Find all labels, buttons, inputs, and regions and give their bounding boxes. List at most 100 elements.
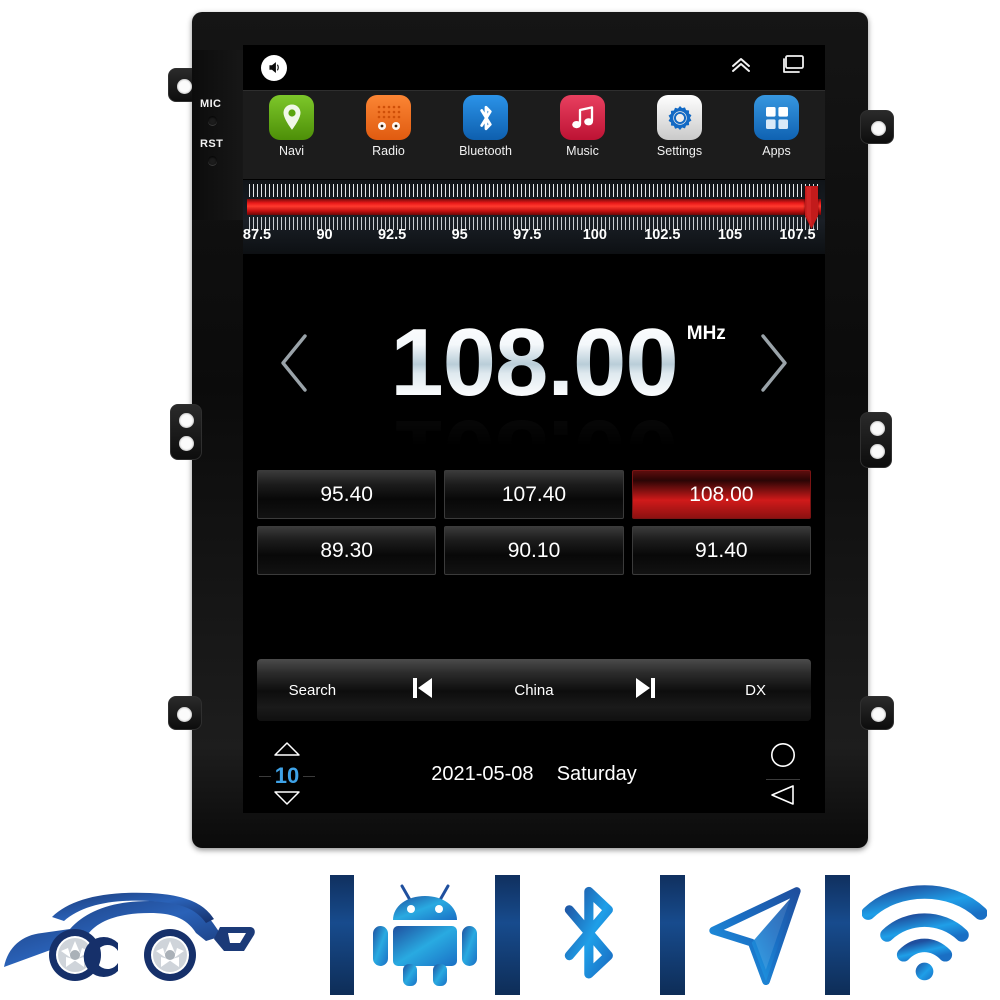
- car-logo: [0, 870, 330, 1000]
- next-track-icon: [632, 675, 658, 705]
- navigation-buttons: [755, 735, 811, 813]
- rst-label: RST: [200, 138, 224, 150]
- dock-item-radio[interactable]: Radio: [346, 95, 432, 158]
- logo-separator: [825, 875, 850, 995]
- dock-label-settings: Settings: [656, 144, 703, 158]
- mic-hole: [208, 116, 217, 125]
- preset-button[interactable]: 108.00: [631, 470, 811, 519]
- preset-button[interactable]: 90.10: [444, 526, 624, 575]
- touchscreen[interactable]: Navi Radio Bluetooth Music Settings Apps…: [243, 45, 825, 813]
- tuner-label: 92.5: [377, 227, 407, 243]
- bracket-hole: [871, 707, 886, 722]
- mount-bracket-right-top: [860, 110, 894, 144]
- dock-item-apps[interactable]: Apps: [734, 95, 820, 158]
- frequency-value: 108.00: [390, 308, 679, 416]
- bracket-hole: [870, 444, 885, 459]
- mount-bracket-right-bottom: [860, 696, 894, 730]
- tuner-pointer[interactable]: [803, 186, 820, 230]
- dx-local-button-label: DX: [745, 681, 766, 699]
- mount-bracket-left-middle: [170, 404, 202, 460]
- map-pin-icon: [269, 95, 314, 140]
- tuner-scale[interactable]: 87.5 90 92.5 95 97.5 100 102.5 105 107.5: [243, 180, 825, 255]
- android-logo: [354, 870, 495, 1000]
- tuner-label: 97.5: [513, 227, 542, 243]
- navigation-logo: [685, 870, 826, 1000]
- dock-label-bluetooth: Bluetooth: [459, 144, 512, 158]
- nav-divider: [766, 778, 800, 780]
- preset-button[interactable]: 91.40: [631, 526, 811, 575]
- logo-separator: [330, 875, 355, 995]
- dock-label-navi: Navi: [278, 144, 304, 158]
- tuner-label: 102.5: [644, 227, 681, 243]
- feature-logo-strip: [0, 870, 1000, 1000]
- dock-item-bluetooth[interactable]: Bluetooth: [443, 95, 529, 158]
- bracket-hole: [870, 421, 885, 436]
- tuner-label: 100: [582, 227, 607, 243]
- date-value: 2021-05-08: [431, 763, 534, 785]
- mount-bracket-right-middle: [860, 412, 892, 468]
- dock-item-navi[interactable]: Navi: [249, 95, 335, 158]
- tuner-label: 105: [717, 227, 743, 243]
- tuner-label: 87.5: [243, 227, 272, 243]
- tuner-label: 90: [316, 227, 333, 243]
- tuner-label: 107.5: [779, 227, 816, 243]
- triangle-down-icon[interactable]: [273, 790, 301, 811]
- bracket-hole: [177, 707, 192, 722]
- radio-control-bar: Search China DX: [257, 659, 811, 721]
- wifi-logo: [850, 870, 1000, 1000]
- bracket-hole: [871, 121, 886, 136]
- gear-icon: [657, 95, 702, 140]
- dock-label-radio: Radio: [372, 144, 405, 158]
- tuner-ticks-upper: [249, 184, 819, 197]
- next-station-button[interactable]: [615, 675, 675, 705]
- preset-grid: 95.40 107.40 108.00 89.30 90.10 91.40: [243, 470, 825, 575]
- dock-item-settings[interactable]: Settings: [637, 95, 723, 158]
- weekday-value: Saturday: [556, 763, 637, 785]
- chevron-right-icon[interactable]: [753, 332, 793, 394]
- logo-separator: [495, 875, 520, 995]
- bracket-hole: [177, 79, 192, 94]
- recent-apps-icon[interactable]: [779, 54, 807, 81]
- preset-button[interactable]: 95.40: [257, 470, 437, 519]
- frequency-unit: MHz: [686, 322, 726, 344]
- bluetooth-icon: [463, 95, 508, 140]
- bluetooth-logo: [520, 870, 661, 1000]
- home-circle-icon[interactable]: [769, 741, 797, 774]
- bracket-hole: [179, 413, 194, 428]
- grid-apps-icon: [754, 95, 799, 140]
- mount-bracket-left-bottom: [168, 696, 202, 730]
- reset-button[interactable]: [208, 156, 217, 165]
- back-triangle-icon[interactable]: [769, 784, 797, 811]
- previous-station-button[interactable]: [393, 675, 453, 705]
- preset-button[interactable]: 107.40: [444, 470, 624, 519]
- tuner-label: 95: [451, 227, 468, 243]
- status-bar: [243, 45, 825, 90]
- double-chevron-up-icon[interactable]: [729, 55, 753, 80]
- app-dock: Navi Radio Bluetooth Music Settings Apps: [243, 90, 825, 180]
- prev-track-icon: [410, 675, 436, 705]
- device-side-panel: MIC RST: [192, 50, 244, 220]
- triangle-up-icon[interactable]: [273, 741, 301, 762]
- speaker-mute-icon[interactable]: [261, 54, 287, 81]
- bracket-hole: [179, 436, 194, 451]
- dock-item-music[interactable]: Music: [540, 95, 626, 158]
- dock-label-music: Music: [566, 144, 599, 158]
- preset-button[interactable]: 89.30: [257, 526, 437, 575]
- logo-separator: [660, 875, 685, 995]
- tuner-band-bar: [247, 199, 821, 215]
- region-button-label: China: [514, 681, 554, 699]
- search-button[interactable]: Search: [282, 682, 342, 699]
- region-button[interactable]: China: [504, 682, 564, 699]
- chevron-left-icon[interactable]: [275, 332, 315, 394]
- tuner-labels: 87.5 90 92.5 95 97.5 100 102.5 105 107.5: [243, 227, 825, 251]
- bottom-status-bar: 10 2021-05-08 Saturday: [243, 735, 825, 813]
- datetime-text: 2021-05-08 Saturday: [243, 763, 825, 786]
- frequency-value-wrap: 108.00 MHz 108.00: [390, 308, 726, 507]
- frequency-display-area: 108.00 MHz 108.00: [243, 255, 825, 507]
- dx-local-button[interactable]: DX: [726, 682, 786, 699]
- mic-label: MIC: [200, 98, 222, 110]
- music-note-icon: [560, 95, 605, 140]
- radio-icon: [366, 95, 411, 140]
- dock-label-apps: Apps: [762, 144, 791, 158]
- search-button-label: Search: [288, 681, 337, 699]
